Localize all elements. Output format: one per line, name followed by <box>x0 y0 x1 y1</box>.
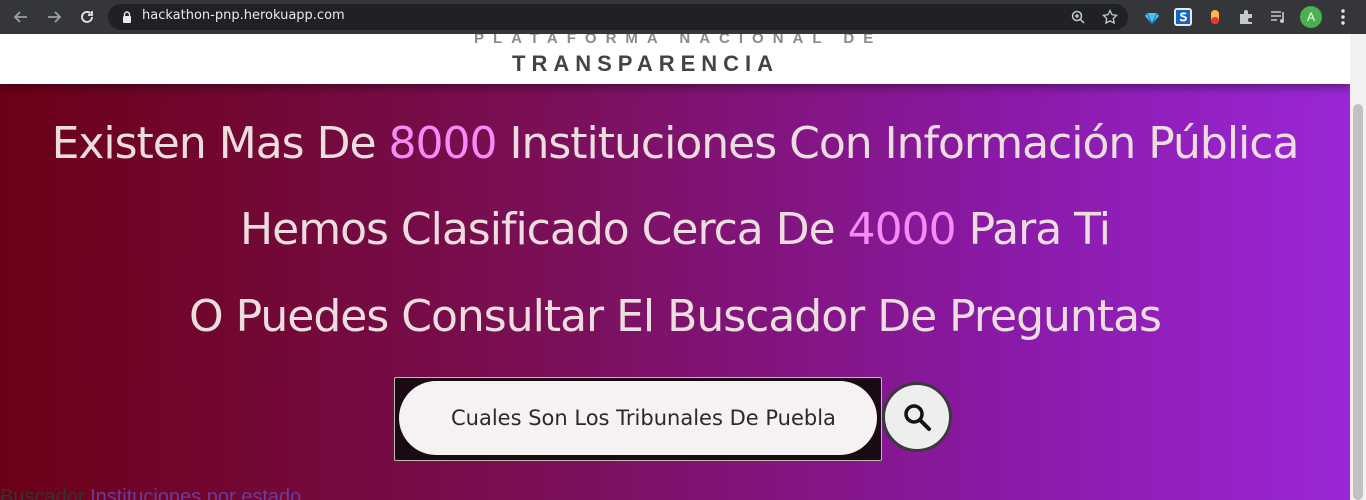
logo-top-text: PLATAFORMA NACIONAL DE <box>474 34 883 47</box>
s-extension-icon[interactable] <box>1174 8 1192 26</box>
profile-avatar[interactable]: A <box>1300 6 1322 28</box>
search-icon <box>904 404 931 431</box>
more-menu-icon[interactable] <box>1336 8 1350 26</box>
institutions-count: 8000 <box>388 118 498 169</box>
page-scrollbar[interactable] <box>1350 34 1366 500</box>
reload-button[interactable] <box>75 5 99 29</box>
lock-icon <box>123 11 131 23</box>
search-container <box>394 377 882 461</box>
back-button[interactable] <box>9 5 33 29</box>
capsule-extension-icon[interactable] <box>1206 8 1224 26</box>
address-bar[interactable]: hackathon-pnp.herokuapp.com <box>108 4 1128 30</box>
logo-main-text[interactable]: TRANSPARENCIA <box>512 51 779 77</box>
hero-line-1: Existen Mas De 8000 Instituciones Con In… <box>0 118 1350 169</box>
hero-line-2-start: Hemos Clasificado Cerca De <box>240 204 848 255</box>
footer-label: Buscador <box>0 486 85 500</box>
hero-line-1-start: Existen Mas De <box>51 118 389 169</box>
zoom-icon[interactable] <box>1070 9 1086 25</box>
hero-line-3: O Puedes Consultar El Buscador De Pregun… <box>189 291 1162 342</box>
scrollbar-thumb[interactable] <box>1353 104 1363 500</box>
media-controls-icon[interactable] <box>1269 8 1287 26</box>
forward-button[interactable] <box>42 5 66 29</box>
footer-text: Buscador Instituciones por estado <box>0 486 301 500</box>
puzzle-extensions-icon[interactable] <box>1237 8 1255 26</box>
classified-count: 4000 <box>847 204 957 255</box>
url-text: hackathon-pnp.herokuapp.com <box>142 8 345 23</box>
search-button[interactable] <box>882 382 952 452</box>
hero-line-2: Hemos Clasificado Cerca De 4000 Para Ti <box>0 204 1350 255</box>
hero-section: Existen Mas De 8000 Instituciones Con In… <box>0 84 1350 500</box>
hero-line-1-end: Instituciones Con Información Pública <box>496 118 1300 169</box>
page-viewport: PLATAFORMA NACIONAL DE TRANSPARENCIA Exi… <box>0 34 1350 500</box>
site-header: PLATAFORMA NACIONAL DE TRANSPARENCIA <box>0 34 1350 84</box>
browser-toolbar: hackathon-pnp.herokuapp.com A <box>0 0 1366 34</box>
arrow-right-icon <box>48 11 62 23</box>
gem-extension-icon[interactable] <box>1143 8 1161 26</box>
footer-link[interactable]: Instituciones por estado <box>90 486 301 500</box>
star-icon[interactable] <box>1102 9 1118 25</box>
arrow-left-icon <box>13 11 27 23</box>
hero-line-2-end: Para Ti <box>955 204 1111 255</box>
reload-icon <box>81 11 93 23</box>
search-input[interactable] <box>399 381 877 455</box>
